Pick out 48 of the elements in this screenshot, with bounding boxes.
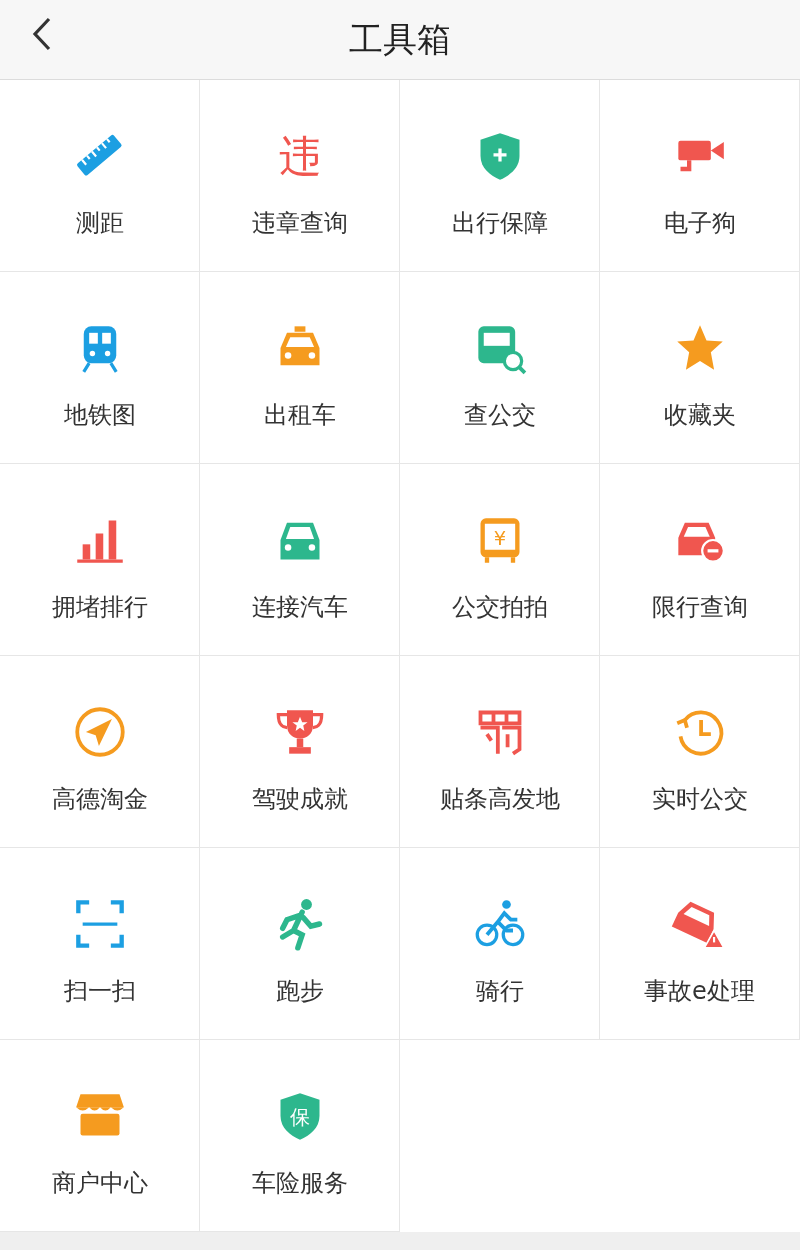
tool-tile[interactable]: 驾驶成就: [200, 656, 400, 848]
tool-label: 贴条高发地: [439, 784, 560, 814]
tool-tile[interactable]: 查公交: [400, 272, 600, 464]
tool-label: 骑行: [475, 976, 524, 1006]
tool-label: 电子狗: [663, 208, 736, 238]
tool-tile[interactable]: 电子狗: [600, 80, 800, 272]
scan-icon: [73, 898, 126, 950]
tool-tile[interactable]: 出租车: [200, 272, 400, 464]
paper-plane-icon: [73, 706, 126, 758]
tool-label: 地铁图: [63, 400, 136, 430]
tool-tile[interactable]: 测距: [0, 80, 200, 272]
tool-tile[interactable]: 骑行: [400, 848, 600, 1040]
tool-tile[interactable]: 事故e处理: [600, 848, 800, 1040]
tool-tile[interactable]: 贴条高发地: [400, 656, 600, 848]
tool-label: 跑步: [275, 976, 324, 1006]
tool-label: 违章查询: [251, 208, 348, 238]
tool-label: 驾驶成就: [251, 784, 348, 814]
tool-label: 扫一扫: [63, 976, 136, 1006]
tool-label: 事故e处理: [644, 976, 755, 1006]
tool-label: 测距: [75, 208, 124, 238]
tool-tile[interactable]: 跑步: [200, 848, 400, 1040]
tool-tile[interactable]: 保 车险服务: [200, 1040, 400, 1232]
tool-tile[interactable]: 连接汽车: [200, 464, 400, 656]
tool-tile[interactable]: 拥堵排行: [0, 464, 200, 656]
tool-tile[interactable]: 地铁图: [0, 272, 200, 464]
page-title: 工具箱: [349, 18, 451, 61]
tool-label: 收藏夹: [663, 400, 736, 430]
tool-label: 公交拍拍: [451, 592, 548, 622]
tool-label: 限行查询: [651, 592, 748, 622]
tool-tile[interactable]: 违 违章查询: [200, 80, 400, 272]
tool-label: 出租车: [263, 400, 336, 430]
tool-label: 拥堵排行: [51, 592, 148, 622]
tool-label: 连接汽车: [251, 592, 348, 622]
tool-label: 高德淘金: [51, 784, 148, 814]
tool-tile[interactable]: 商户中心: [0, 1040, 200, 1232]
tool-label: 实时公交: [651, 784, 748, 814]
character-icon: 违: [273, 130, 326, 182]
tool-tile[interactable]: 出行保障: [400, 80, 600, 272]
tool-tile[interactable]: 限行查询: [600, 464, 800, 656]
tool-label: 车险服务: [251, 1168, 348, 1198]
tool-tile[interactable]: 扫一扫: [0, 848, 200, 1040]
tool-label: 出行保障: [451, 208, 548, 238]
tool-tile[interactable]: 收藏夹: [600, 272, 800, 464]
tool-label: 商户中心: [51, 1168, 148, 1198]
tool-label: 查公交: [463, 400, 536, 430]
tool-tile[interactable]: ¥ 公交拍拍: [400, 464, 600, 656]
tool-tile[interactable]: 高德淘金: [0, 656, 200, 848]
tool-tile[interactable]: 实时公交: [600, 656, 800, 848]
